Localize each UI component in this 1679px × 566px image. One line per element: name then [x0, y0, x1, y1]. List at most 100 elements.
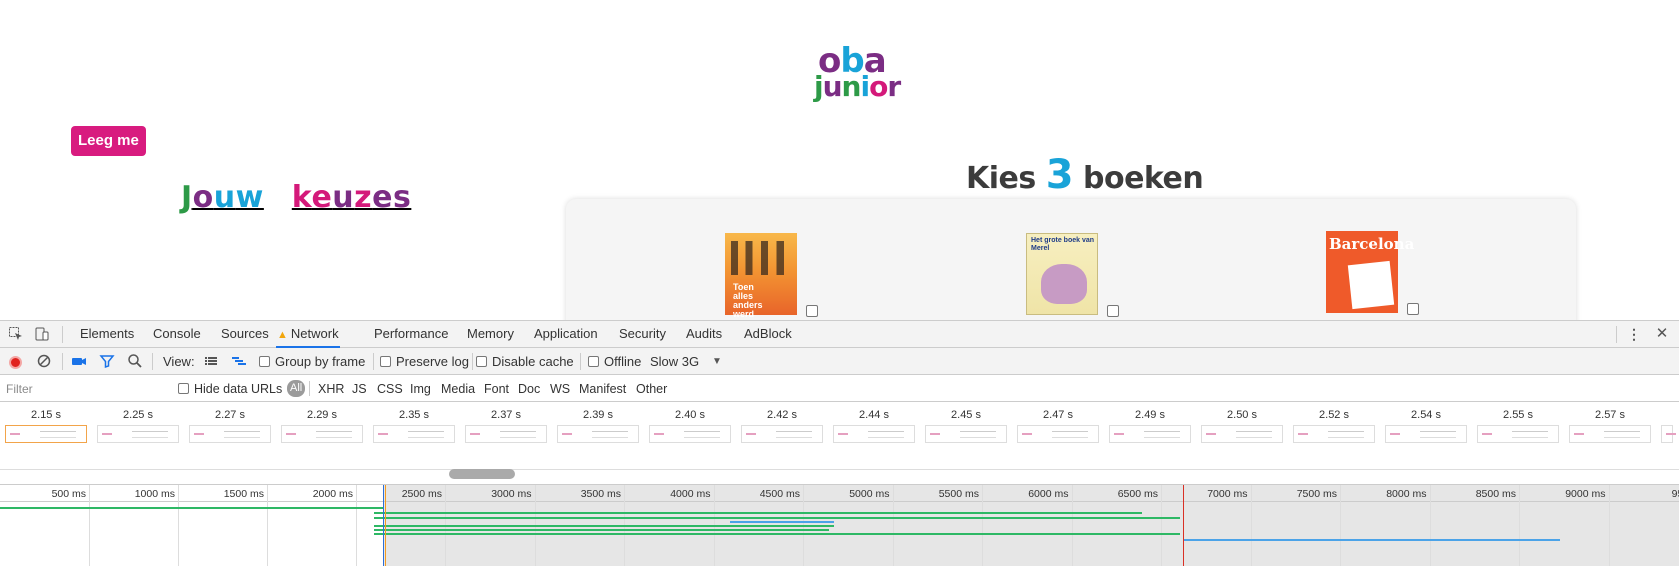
frame-thumbnail[interactable] — [1385, 425, 1467, 443]
book-cover[interactable]: Toen alles anders werd — [725, 233, 797, 319]
clear-icon[interactable] — [36, 353, 52, 369]
tab-sources[interactable]: Sources — [220, 321, 270, 348]
overview-tick-label: 4500 ms — [759, 488, 800, 500]
filter-type-other[interactable]: Other — [636, 380, 667, 398]
filter-input[interactable] — [2, 379, 166, 398]
record-icon[interactable] — [9, 356, 22, 369]
overview-gridline — [1608, 485, 1610, 566]
frame-thumbnail[interactable] — [1569, 425, 1651, 443]
filter-type-font[interactable]: Font — [484, 380, 509, 398]
frame-time-label: 2.54 s — [1411, 409, 1441, 421]
tab-audits[interactable]: Audits — [685, 321, 723, 348]
hide-data-urls-checkbox[interactable]: Hide data URLs — [178, 380, 282, 398]
view-label: View: — [163, 354, 195, 369]
inspect-element-icon[interactable] — [8, 326, 24, 342]
frame-time-label: 2.25 s — [123, 409, 153, 421]
checkbox-box — [259, 356, 270, 367]
overview-tick-label: 1500 ms — [223, 488, 264, 500]
close-icon[interactable]: ✕ — [1654, 326, 1670, 342]
logo-letter: j — [814, 70, 824, 103]
overview-request-bar — [374, 512, 1142, 514]
filmstrip-scrollbar-thumb[interactable] — [449, 469, 515, 479]
overview-tick-label: 6500 ms — [1117, 488, 1158, 500]
overview-tick-label: 7000 ms — [1207, 488, 1248, 500]
frame-time-label: 2.55 s — [1503, 409, 1533, 421]
choices-heading: Jouw keuzes — [181, 180, 411, 215]
devtools-panel: Elements Console Sources ▲ Network Perfor… — [0, 320, 1679, 566]
throttling-select[interactable]: Slow 3G — [650, 353, 699, 371]
search-icon[interactable] — [127, 353, 143, 369]
overview-tick-label: 1000 ms — [134, 488, 175, 500]
oba-junior-logo[interactable]: oba junior — [814, 44, 901, 106]
frame-time-label: 2.44 s — [859, 409, 889, 421]
overview-request-bar — [374, 525, 834, 527]
frame-thumbnail[interactable] — [925, 425, 1007, 443]
filter-type-xhr[interactable]: XHR — [318, 380, 344, 398]
filter-type-all[interactable]: All — [287, 380, 306, 397]
chevron-down-icon[interactable]: ▼ — [712, 353, 722, 371]
book-checkbox[interactable] — [1407, 303, 1419, 315]
group-by-frame-checkbox[interactable]: Group by frame — [259, 353, 365, 371]
book-checkbox[interactable] — [1107, 305, 1119, 317]
choices-heading-word: Jouw — [181, 180, 264, 215]
preserve-log-checkbox[interactable]: Preserve log — [380, 353, 469, 371]
throttling-value: Slow 3G — [650, 354, 700, 369]
filter-type-js[interactable]: JS — [352, 380, 367, 398]
book-cover[interactable]: Het grote boek van Merel — [1026, 233, 1098, 315]
waterfall-overview-icon[interactable] — [231, 353, 247, 369]
frame-thumbnail[interactable] — [1661, 425, 1676, 443]
overview-event-marker — [1183, 485, 1184, 566]
tab-elements[interactable]: Elements — [79, 321, 135, 348]
tab-application[interactable]: Application — [533, 321, 599, 348]
offline-checkbox[interactable]: Offline — [588, 353, 641, 371]
frame-thumbnail[interactable] — [1477, 425, 1559, 443]
book-cover[interactable]: Barcelona — [1326, 231, 1414, 313]
frame-thumbnail[interactable] — [281, 425, 363, 443]
network-overview-timeline[interactable]: 500 ms 1000 ms 1500 ms 2000 ms 2500 ms 3000 m… — [0, 484, 1679, 566]
tab-adblock[interactable]: AdBlock — [743, 321, 793, 348]
frame-thumbnail[interactable] — [741, 425, 823, 443]
filter-type-ws[interactable]: WS — [550, 380, 570, 398]
device-toolbar-icon[interactable] — [34, 326, 50, 342]
clear-choices-button[interactable]: Leeg me — [71, 126, 146, 156]
logo-letter: i — [860, 70, 870, 103]
frame-thumbnail[interactable] — [1293, 425, 1375, 443]
tab-console[interactable]: Console — [152, 321, 202, 348]
tab-performance[interactable]: Performance — [373, 321, 449, 348]
frame-thumbnail[interactable] — [1201, 425, 1283, 443]
screenshot-camera-icon[interactable] — [71, 353, 87, 369]
filter-type-css[interactable]: CSS — [377, 380, 403, 398]
frame-thumbnail[interactable] — [557, 425, 639, 443]
more-options-icon[interactable]: ⋮ — [1626, 326, 1642, 342]
disable-cache-checkbox[interactable]: Disable cache — [476, 353, 574, 371]
frame-thumbnail[interactable] — [1109, 425, 1191, 443]
tab-network[interactable]: ▲ Network — [276, 321, 340, 348]
frame-thumbnail[interactable] — [373, 425, 455, 443]
frame-thumbnail[interactable] — [649, 425, 731, 443]
filter-type-media[interactable]: Media — [441, 380, 475, 398]
filter-type-manifest[interactable]: Manifest — [579, 380, 626, 398]
large-rows-icon[interactable] — [203, 353, 219, 369]
frame-thumbnail[interactable] — [97, 425, 179, 443]
cover-illustration — [1347, 260, 1395, 310]
filter-type-doc[interactable]: Doc — [518, 380, 540, 398]
group-by-frame-label: Group by frame — [275, 354, 366, 369]
filter-type-img[interactable]: Img — [410, 380, 431, 398]
frame-thumbnail[interactable] — [465, 425, 547, 443]
tab-memory[interactable]: Memory — [466, 321, 515, 348]
tab-security[interactable]: Security — [618, 321, 667, 348]
overview-request-bar — [374, 533, 1180, 535]
checkbox-box — [476, 356, 487, 367]
overview-tick-label: 9000 ms — [1565, 488, 1606, 500]
frame-thumbnail[interactable] — [189, 425, 271, 443]
filter-icon[interactable] — [99, 353, 115, 369]
overview-gridline — [892, 485, 894, 566]
overview-request-bar — [374, 517, 1180, 519]
frame-thumbnail[interactable] — [833, 425, 915, 443]
toolbar-divider — [580, 353, 581, 370]
book-checkbox[interactable] — [806, 305, 818, 317]
cover-illustration — [731, 241, 791, 275]
frame-thumbnail[interactable] — [5, 425, 87, 443]
frame-thumbnail[interactable] — [1017, 425, 1099, 443]
frame-time-label: 2.49 s — [1135, 409, 1165, 421]
